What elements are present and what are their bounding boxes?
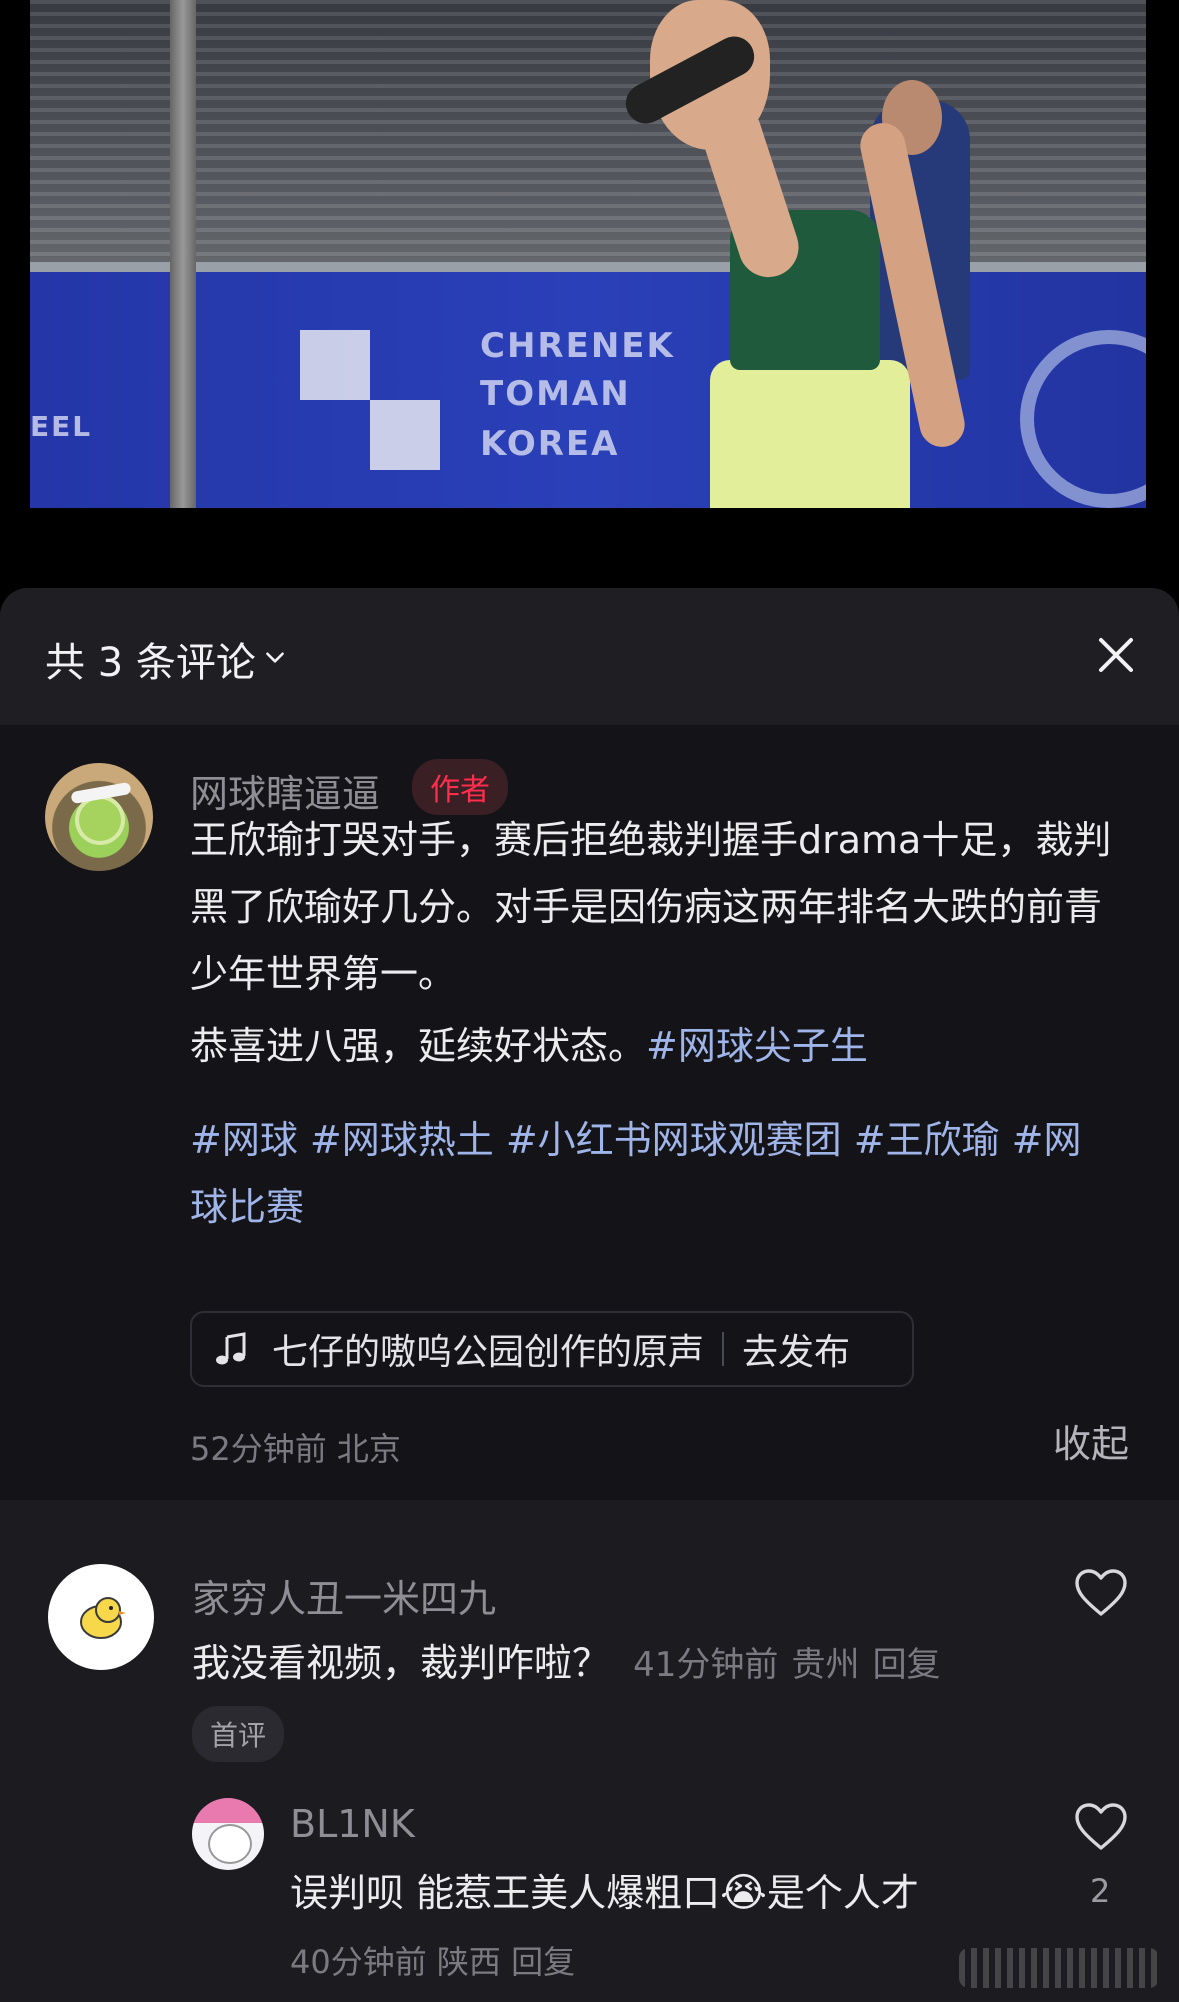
music-title: 七仔的嗷呜公园创作的原声 [272, 1332, 705, 1373]
banner-text: KOREA [480, 424, 620, 464]
music-chip[interactable]: 七仔的嗷呜公园创作的原声 去发布 [190, 1311, 914, 1387]
close-icon[interactable] [1091, 630, 1141, 680]
avatar-tennis-ball [75, 795, 125, 845]
post-paragraph: 王欣瑜打哭对手，赛后拒绝裁判握手drama十足，裁判黑了欣瑜好几分。对手是因伤病… [190, 818, 1112, 996]
video-square [370, 400, 440, 470]
collapse-button[interactable]: 收起 [1053, 1413, 1129, 1468]
reply-meta: 40分钟前 陕西 回复 [290, 1937, 575, 1983]
banner-text: EEL [30, 410, 93, 443]
reply-time: 40分钟前 [290, 1943, 427, 1981]
hashtag-line[interactable]: #网球 #网球热土 #小红书网球观赛团 #王欣瑜 #网 [190, 1107, 1130, 1174]
crying-emoji-icon: 😭 [720, 1870, 767, 1916]
video-rail [30, 262, 1146, 272]
reply-location: 陕西 [436, 1943, 501, 1981]
avatar[interactable] [48, 1564, 154, 1670]
video-player-skirt [710, 360, 910, 508]
hashtag-link[interactable]: #网球尖子生 [646, 1024, 868, 1068]
publish-button[interactable]: 去发布 [742, 1323, 850, 1375]
chick-icon [80, 1597, 126, 1639]
comment-count-title: 共 3 条评论 [45, 640, 256, 686]
comment-row: 我没看视频，裁判咋啦？ 41分钟前 贵州 回复 [192, 1632, 941, 1687]
reply-button[interactable]: 回复 [873, 1645, 941, 1685]
comment-count-dropdown[interactable]: 共 3 条评论 [45, 630, 288, 688]
post-location: 北京 [336, 1430, 401, 1468]
reply-text: 误判呗 能惹王美人爆粗口😭是个人才 [290, 1862, 919, 1917]
comment-sheet: 共 3 条评论 网球瞎逼逼 作者 王欣瑜打哭对手，赛后拒绝裁判握手drama十足… [0, 588, 1179, 2002]
reply-button[interactable]: 回复 [511, 1943, 575, 1981]
sheet-header: 共 3 条评论 [0, 588, 1179, 725]
post-paragraph: 恭喜进八强，延续好状态。#网球尖子生 [190, 1013, 1130, 1080]
hashtag-line[interactable]: 球比赛 [190, 1174, 1130, 1241]
video-frame[interactable]: CHRENEK TOMAN KOREA EEL [30, 0, 1146, 508]
heart-icon[interactable] [1074, 1802, 1128, 1852]
video-square [300, 330, 370, 400]
post-meta: 52分钟前 北京 [190, 1424, 401, 1470]
banner-text: CHRENEK [480, 326, 675, 366]
video-fence [30, 0, 1146, 270]
avatar[interactable] [192, 1798, 264, 1870]
video-post [170, 0, 196, 508]
first-comment-badge: 首评 [192, 1706, 285, 1762]
chevron-down-icon [266, 652, 284, 663]
divider [722, 1332, 725, 1366]
music-note-icon [216, 1332, 246, 1365]
heart-icon[interactable] [1074, 1568, 1128, 1618]
video-area[interactable]: CHRENEK TOMAN KOREA EEL [0, 0, 1179, 590]
reply-text-part: 误判呗 能惹王美人爆粗口 [290, 1871, 721, 1915]
reply-text-part: 是个人才 [766, 1871, 919, 1915]
like-count: 2 [1090, 1872, 1111, 1910]
post-time: 52分钟前 [190, 1430, 327, 1468]
avatar-character [208, 1824, 252, 1864]
reply-username[interactable]: BL1NK [290, 1802, 415, 1846]
banner-text: TOMAN [480, 374, 631, 414]
comment-username[interactable]: 家穷人丑一米四九 [192, 1568, 496, 1623]
post-text: 恭喜进八强，延续好状态。 [190, 1024, 647, 1068]
watermark [959, 1948, 1159, 1988]
comment-location: 贵州 [791, 1645, 860, 1685]
avatar[interactable] [45, 763, 153, 871]
hashtag-list[interactable]: #网球 #网球热土 #小红书网球观赛团 #王欣瑜 #网 球比赛 [190, 1107, 1130, 1241]
comment-time: 41分钟前 [633, 1645, 779, 1685]
comment-text: 我没看视频，裁判咋啦？ [192, 1641, 611, 1685]
